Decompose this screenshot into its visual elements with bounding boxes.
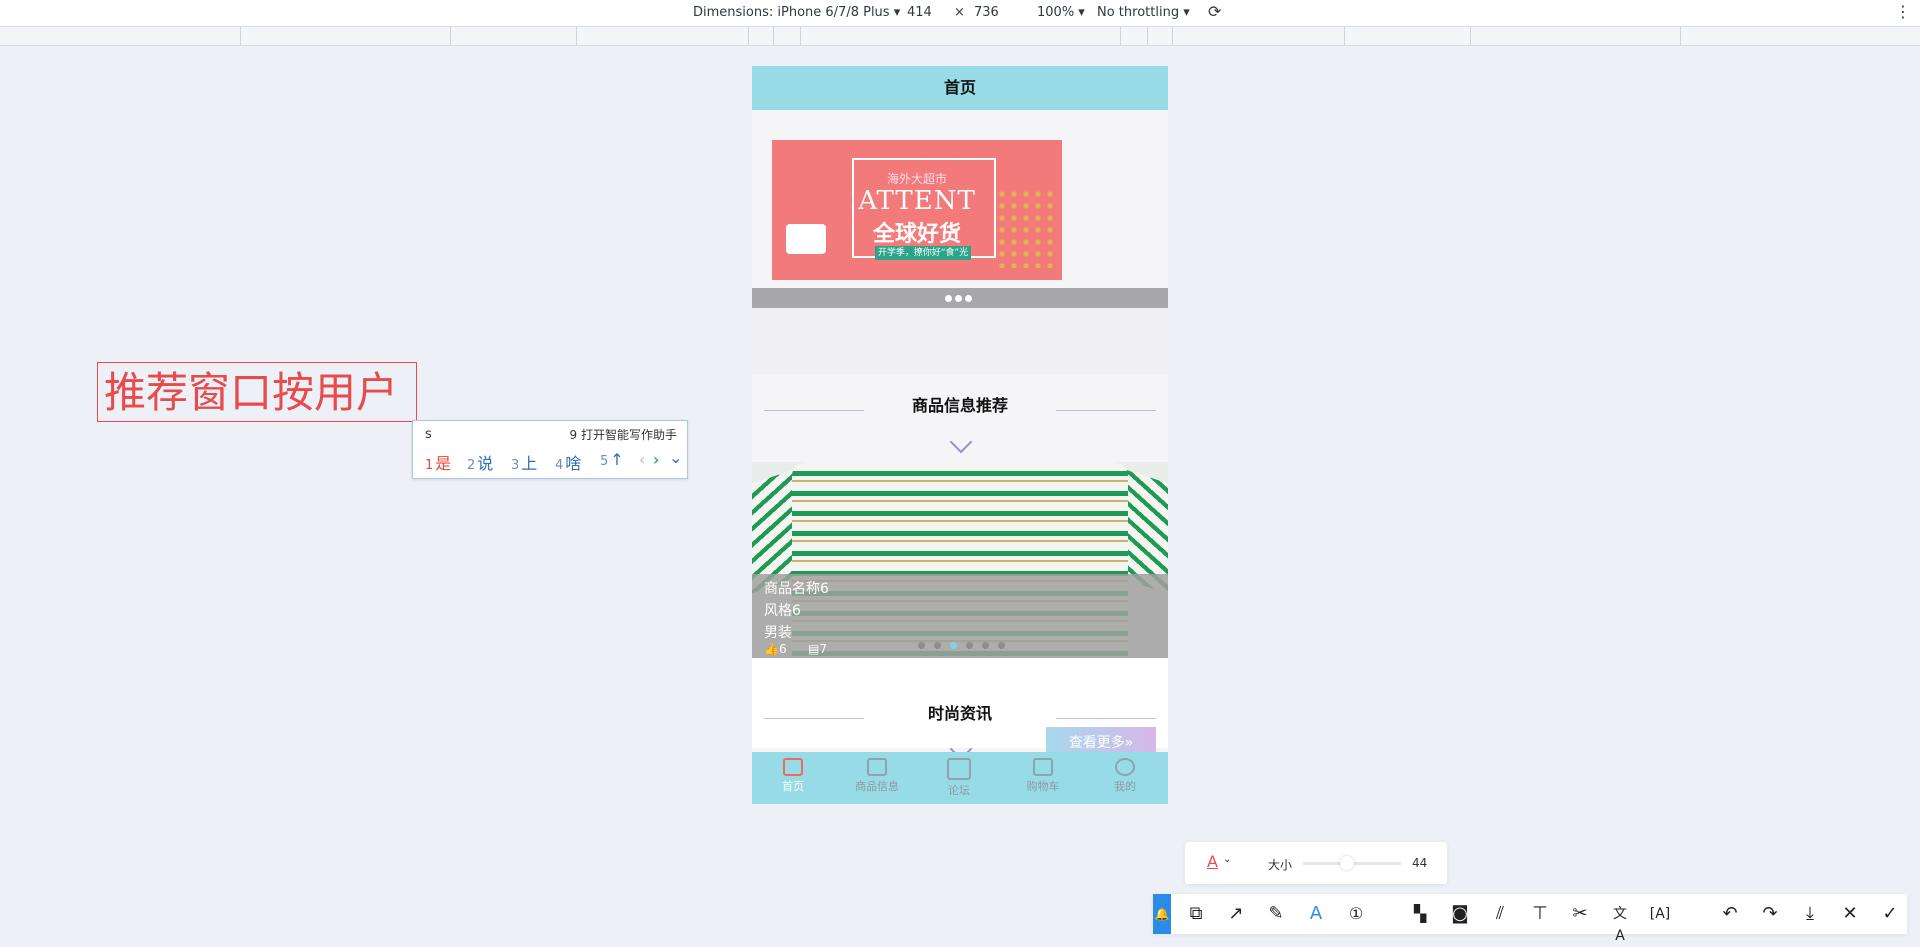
divider-right: [1056, 410, 1156, 411]
user-icon: [1115, 758, 1135, 776]
product-carousel-dot[interactable]: [934, 642, 941, 649]
product-carousel-dot-active[interactable]: [950, 642, 957, 649]
product-info-overlay: 商品名称6 风格6 男装 👍6 ▤7: [752, 574, 1168, 658]
tab-profile[interactable]: 我的: [1090, 758, 1160, 794]
devtools-device-toolbar: Dimensions: iPhone 6/7/8 Plus ▾ 414 × 73…: [0, 0, 1920, 27]
throttling-select[interactable]: No throttling ▾: [1097, 5, 1190, 20]
slider-knob[interactable]: [1340, 856, 1354, 870]
ime-candidate-window: s 9 打开智能写作助手 1是 2说 3上 4啥 5 ↑ ‹ › ⌄: [412, 420, 688, 479]
hatch-icon[interactable]: ⫽: [1489, 903, 1511, 925]
undo-icon[interactable]: ↶: [1719, 903, 1741, 925]
download-icon[interactable]: ⤓: [1799, 903, 1821, 925]
tab-forum[interactable]: 论坛: [924, 758, 994, 798]
page-title: 首页: [752, 66, 1168, 110]
annotation-text-box[interactable]: 推荐窗口按用户: [97, 362, 417, 422]
product-carousel-dot[interactable]: [998, 642, 1005, 649]
home-icon: [783, 758, 803, 776]
product-carousel-dot[interactable]: [982, 642, 989, 649]
cut-icon[interactable]: ✂: [1569, 903, 1591, 925]
grid-icon: [867, 758, 887, 776]
section-title-products: 商品信息推荐: [911, 396, 1008, 415]
prev-page-icon[interactable]: ‹: [639, 450, 645, 469]
redo-icon[interactable]: ↷: [1759, 903, 1781, 925]
ime-candidate-4[interactable]: 4啥: [555, 450, 581, 474]
carousel-indicator-bar: [752, 288, 1168, 308]
zoom-select[interactable]: 100% ▾: [1037, 5, 1085, 20]
phone-viewport: 首页 海外大超市 ATTENT 全球好货 开学季，撩你好“食”光 商品信息推荐 …: [752, 66, 1168, 804]
chat-icon: [947, 758, 971, 780]
carousel-dot[interactable]: [965, 295, 972, 302]
divider-right: [1056, 718, 1156, 719]
ocr-icon[interactable]: [A]: [1649, 903, 1671, 925]
device-select[interactable]: Dimensions: iPhone 6/7/8 Plus ▾: [693, 5, 900, 20]
media-query-ruler: [0, 27, 1920, 46]
comments-count: ▤7: [808, 642, 827, 656]
tab-cart[interactable]: 购物车: [1008, 758, 1078, 794]
tab-products[interactable]: 商品信息: [842, 758, 912, 794]
product-card[interactable]: 商品名称6 风格6 男装 👍6 ▤7: [752, 462, 1168, 658]
chevron-down-icon[interactable]: ⌄: [1223, 854, 1231, 865]
cart-icon: [1033, 758, 1053, 776]
ime-candidate-5[interactable]: 5 ↑: [600, 450, 624, 469]
banner-small-text: 开学季，撩你好“食”光: [875, 246, 971, 260]
pin-top-icon[interactable]: ⊤: [1529, 903, 1551, 925]
font-color-icon[interactable]: A: [1207, 852, 1218, 871]
section-title-news: 时尚资讯: [927, 704, 992, 723]
bottom-tab-bar: 首页 商品信息 论坛 购物车 我的: [752, 752, 1168, 804]
size-value: 44: [1412, 856, 1428, 870]
product-carousel-dot[interactable]: [966, 642, 973, 649]
pin-icon[interactable]: 🔔: [1153, 894, 1171, 934]
ime-assistant-link[interactable]: 9 打开智能写作助手: [570, 426, 677, 443]
confirm-icon[interactable]: ✓: [1879, 903, 1901, 925]
carousel-dot[interactable]: [955, 295, 962, 302]
size-label: 大小: [1268, 858, 1293, 872]
blur-icon[interactable]: ◙: [1449, 903, 1471, 925]
width-input[interactable]: 414: [907, 5, 932, 20]
times-label: ×: [954, 5, 965, 20]
carousel-dot[interactable]: [945, 295, 952, 302]
tab-home[interactable]: 首页: [758, 758, 828, 794]
banner-image[interactable]: 海外大超市 ATTENT 全球好货 开学季，撩你好“食”光: [772, 140, 1062, 280]
screenshot-toolbar: 🔔 ⧉ ↗ ✎ A ① ▚ ◙ ⫽ ⊤ ✂ 文A [A] ↶ ↷ ⤓ ✕ ✓: [1153, 894, 1907, 944]
banner-cn-text: 全球好货: [872, 222, 961, 247]
next-page-icon[interactable]: ›: [653, 450, 659, 469]
product-carousel-dot[interactable]: [918, 642, 925, 649]
shape-icon[interactable]: ⧉: [1185, 903, 1207, 925]
ime-candidate-2[interactable]: 2说: [467, 450, 493, 474]
height-input[interactable]: 736: [974, 5, 999, 20]
text-size-bar: A ⌄ 大小 44: [1185, 842, 1447, 884]
text-icon[interactable]: A: [1305, 903, 1327, 925]
ime-composition: s: [425, 427, 432, 442]
rotate-icon[interactable]: ⟳: [1208, 2, 1221, 21]
arrow-icon[interactable]: ↗: [1225, 903, 1247, 925]
banner-big-text: ATTENT: [858, 186, 976, 216]
ime-candidate-1[interactable]: 1是: [425, 450, 451, 474]
product-name: 商品名称6: [764, 581, 829, 597]
more-options-icon[interactable]: ⋮: [1895, 2, 1911, 21]
mosaic-icon[interactable]: ▚: [1409, 903, 1431, 925]
likes-count: 👍6: [764, 642, 787, 656]
banner-top-text: 海外大超市: [886, 172, 947, 186]
pen-icon[interactable]: ✎: [1265, 903, 1287, 925]
number-icon[interactable]: ①: [1345, 903, 1367, 925]
translate-icon[interactable]: 文A: [1609, 903, 1631, 944]
spacer-block: [752, 308, 1168, 374]
expand-icon[interactable]: ⌄: [669, 448, 682, 467]
close-icon[interactable]: ✕: [1839, 903, 1861, 925]
chevron-down-icon: [949, 430, 973, 454]
ime-candidate-3[interactable]: 3上: [511, 450, 537, 474]
size-slider[interactable]: [1303, 856, 1401, 870]
product-category: 男装: [764, 625, 792, 641]
product-style: 风格6: [764, 603, 801, 619]
thumbs-up-icon: 👍: [764, 642, 779, 656]
comment-icon: ▤: [808, 642, 820, 656]
